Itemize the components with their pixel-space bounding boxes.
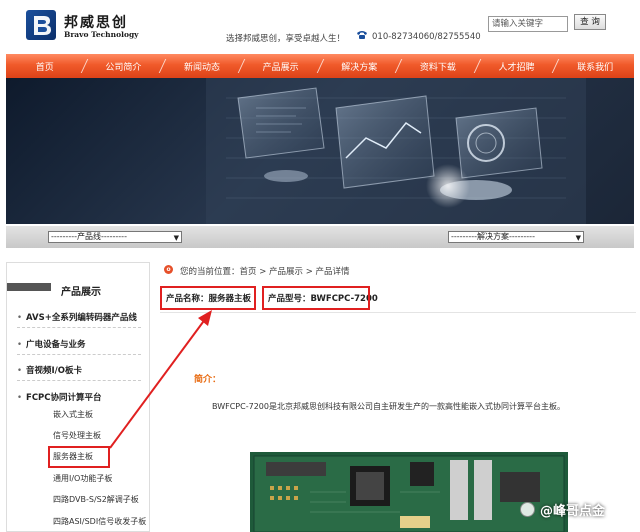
bullet-icon: • xyxy=(17,393,23,403)
product-line-select[interactable]: ---------产品线--------- ▼ xyxy=(48,231,182,243)
bullet-icon: • xyxy=(17,340,23,350)
nav-item-solutions[interactable]: 解决方案 xyxy=(321,60,399,73)
main-nav: 首页 公司简介 新闻动态 产品展示 解决方案 资料下载 人才招聘 联系我们 xyxy=(6,54,634,78)
sidebar-sub-signal[interactable]: 信号处理主板 xyxy=(53,430,101,441)
nav-item-about[interactable]: 公司简介 xyxy=(85,60,163,73)
sidebar-category-av-io[interactable]: • 音视频I/O板卡 xyxy=(17,364,82,376)
sidebar-sub-asi-sdi[interactable]: 四路ASI/SDI信号收发子板 xyxy=(53,516,146,527)
solution-select[interactable]: ---------解决方案--------- ▼ xyxy=(448,231,584,243)
nav-item-careers[interactable]: 人才招聘 xyxy=(478,60,556,73)
sidebar-category-fcpc[interactable]: • FCPC协同计算平台 xyxy=(17,391,102,403)
sidebar-category-broadcast[interactable]: • 广电设备与业务 xyxy=(17,338,86,350)
sidebar-sub-dvb[interactable]: 四路DVB-S/S2解调子板 xyxy=(53,494,139,505)
banner-artwork xyxy=(206,78,586,224)
bullet-icon: • xyxy=(17,366,23,376)
logo-chinese: 邦威思创 xyxy=(64,15,128,31)
watermark: @峰哥点金 xyxy=(540,504,606,519)
nav-item-products[interactable]: 产品展示 xyxy=(242,60,320,73)
sidebar-divider xyxy=(17,380,141,381)
sidebar-category-avs[interactable]: • AVS+全系列编转码器产品线 xyxy=(17,311,137,323)
sidebar-title-bar xyxy=(7,283,51,291)
site-header: 邦威思创 Bravo Technology 选择邦威思创，享受卓越人生！ 010… xyxy=(0,0,640,54)
sidebar-category-label: 音视频I/O板卡 xyxy=(26,366,83,376)
sidebar-category-label: 广电设备与业务 xyxy=(26,340,86,350)
nav-item-downloads[interactable]: 资料下载 xyxy=(399,60,477,73)
highlight-box-name xyxy=(160,286,256,310)
sidebar-title: 产品展示 xyxy=(61,287,101,298)
sidebar: 产品展示 • AVS+全系列编转码器产品线 • 广电设备与业务 • 音视频I/O板卡 … xyxy=(6,262,150,532)
bullet-icon: • xyxy=(17,313,23,323)
hero-banner xyxy=(6,78,634,224)
nav-item-contact[interactable]: 联系我们 xyxy=(556,60,634,73)
breadcrumb: 您的当前位置：首页 > 产品展示 > 产品详情 xyxy=(180,267,350,277)
filter-bar: ---------产品线--------- ▼ ---------解决方案---… xyxy=(6,226,634,248)
chevron-down-icon: ▼ xyxy=(575,234,581,242)
sidebar-category-label: FCPC协同计算平台 xyxy=(26,393,102,403)
location-icon: o xyxy=(164,265,173,274)
search-input[interactable] xyxy=(488,16,568,32)
sidebar-divider xyxy=(17,327,141,328)
nav-item-home[interactable]: 首页 xyxy=(6,60,84,73)
logo-icon[interactable] xyxy=(26,10,56,40)
watermark-logo-icon xyxy=(520,502,535,517)
intro-text: BWFCPC-7200是北京邦威思创科技有限公司自主研发生产的一款高性能嵌入式协… xyxy=(212,402,565,411)
sidebar-category-label: AVS+全系列编转码器产品线 xyxy=(26,313,137,323)
highlight-box-sidebar xyxy=(48,446,110,468)
nav-item-news[interactable]: 新闻动态 xyxy=(163,60,241,73)
solution-select-value: ---------解决方案--------- xyxy=(451,232,535,241)
product-board-image xyxy=(250,452,568,532)
content-divider xyxy=(160,312,636,313)
logo-english: Bravo Technology xyxy=(64,30,139,39)
phone-number: 010-82734060/82755540 xyxy=(372,32,481,42)
sidebar-sub-embedded[interactable]: 嵌入式主板 xyxy=(53,409,93,420)
intro-label: 简介： xyxy=(194,375,222,385)
slogan: 选择邦威思创，享受卓越人生！ xyxy=(226,34,346,44)
product-line-select-value: ---------产品线--------- xyxy=(51,232,127,241)
chevron-down-icon: ▼ xyxy=(173,234,179,242)
search-button[interactable]: 查 询 xyxy=(574,14,606,30)
sidebar-divider xyxy=(17,354,141,355)
sidebar-sub-io[interactable]: 通用I/O功能子板 xyxy=(53,473,112,484)
phone-icon xyxy=(357,31,367,39)
highlight-box-model xyxy=(262,286,370,310)
